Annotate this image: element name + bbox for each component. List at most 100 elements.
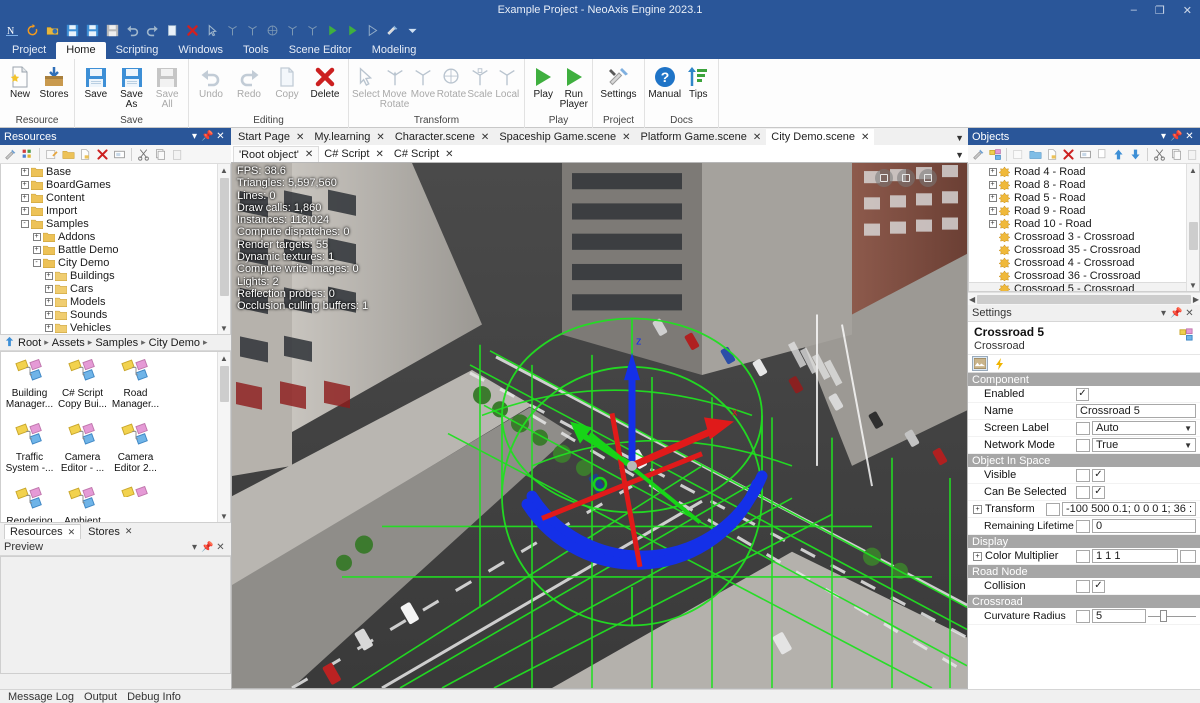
- property-row-enabled[interactable]: Enabled ✓: [968, 386, 1200, 403]
- tools-icon[interactable]: [971, 147, 986, 162]
- delete-red-x-icon[interactable]: [1062, 147, 1077, 162]
- asset-item[interactable]: Building Manager...: [3, 355, 56, 419]
- viewport-mode-1-icon[interactable]: [875, 169, 893, 187]
- tree-item[interactable]: - Samples: [1, 217, 230, 230]
- expander-icon[interactable]: +: [987, 206, 998, 215]
- expander-icon[interactable]: +: [43, 323, 54, 332]
- transform-input[interactable]: -100 500 0.1; 0 0 0 1; 36 :: [1062, 502, 1196, 516]
- property-row-network-mode[interactable]: Network Mode True ▼: [968, 437, 1200, 454]
- expander-icon[interactable]: +: [19, 180, 30, 189]
- tree-item[interactable]: + Addons: [1, 230, 230, 243]
- property-row-color-multiplier[interactable]: + Color Multiplier 1 1 1: [968, 548, 1200, 565]
- chevron-down-icon[interactable]: ▾: [188, 542, 201, 553]
- ribbon-tab-home[interactable]: Home: [56, 42, 106, 59]
- new-folder-icon[interactable]: [78, 147, 93, 162]
- ribbon-tab-scene-editor[interactable]: Scene Editor: [279, 42, 362, 59]
- expander-icon[interactable]: +: [973, 551, 982, 561]
- property-value[interactable]: ✓: [1076, 485, 1200, 499]
- viewport-mode-2-icon[interactable]: [897, 169, 915, 187]
- property-row-name[interactable]: Name Crossroad 5: [968, 403, 1200, 420]
- breadcrumb-assets[interactable]: Assets: [52, 337, 85, 349]
- restore-button[interactable]: ❐: [1151, 4, 1169, 17]
- tab-resources[interactable]: Resources ✕: [4, 524, 82, 539]
- expander-icon[interactable]: +: [987, 180, 998, 189]
- object-tree-item-selected[interactable]: Crossroad 5 - Crossroad: [969, 282, 1199, 291]
- tools-icon[interactable]: [3, 147, 18, 162]
- color-swatch[interactable]: [1180, 549, 1196, 563]
- objects-tree[interactable]: + Road 4 - Road + Road 8 - Road + Road 5…: [968, 164, 1200, 292]
- override-box[interactable]: [1076, 609, 1090, 623]
- close-icon[interactable]: ✕: [376, 149, 384, 160]
- status-output[interactable]: Output: [84, 691, 117, 703]
- close-icon[interactable]: ✕: [68, 527, 76, 538]
- tree-item[interactable]: + Cars: [1, 282, 230, 295]
- stores-button[interactable]: Stores: [37, 62, 71, 100]
- property-value[interactable]: 0: [1076, 519, 1200, 533]
- scroll-right-icon[interactable]: ▶: [1193, 295, 1199, 304]
- ribbon-tab-scripting[interactable]: Scripting: [106, 42, 169, 59]
- asset-item[interactable]: C# Script Copy Bui...: [56, 355, 109, 419]
- resources-tree[interactable]: + Base + BoardGames + Content + Import -…: [0, 164, 231, 335]
- property-value[interactable]: 1 1 1: [1076, 549, 1200, 563]
- sub-tab-csharp-script-2[interactable]: C# Script ✕: [389, 146, 459, 162]
- scroll-up-icon[interactable]: ▲: [220, 164, 228, 176]
- asset-grid-scrollbar[interactable]: ▲ ▼: [217, 352, 230, 522]
- doc-tab-my-learning[interactable]: My.learning ✕: [309, 129, 389, 145]
- collision-checkbox[interactable]: ✓: [1092, 579, 1105, 593]
- tips-button[interactable]: Tips: [682, 62, 716, 100]
- curvature-radius-slider[interactable]: [1148, 610, 1196, 623]
- move-up-icon[interactable]: [1112, 147, 1127, 162]
- expander-icon[interactable]: -: [19, 219, 30, 228]
- tab-stores[interactable]: Stores ✕: [83, 524, 138, 539]
- expander-icon[interactable]: +: [987, 167, 998, 176]
- expander-icon[interactable]: +: [31, 232, 42, 241]
- close-icon[interactable]: ✕: [753, 132, 761, 143]
- expander-icon[interactable]: +: [19, 206, 30, 215]
- run-player-button[interactable]: Run Player: [559, 62, 590, 110]
- property-value[interactable]: 5: [1076, 609, 1200, 623]
- expander-icon[interactable]: +: [43, 310, 54, 319]
- customize-icon[interactable]: [404, 22, 421, 39]
- expander-icon[interactable]: -: [31, 258, 42, 267]
- viewport-mode-3-icon[interactable]: [919, 169, 937, 187]
- override-box[interactable]: [1076, 485, 1090, 499]
- scroll-down-icon[interactable]: ▼: [220, 510, 228, 522]
- new-resource-button[interactable]: New: [3, 62, 37, 100]
- override-box[interactable]: [1076, 549, 1090, 563]
- override-box[interactable]: [1076, 438, 1090, 452]
- chevron-down-icon[interactable]: ▾: [1157, 131, 1170, 142]
- property-value[interactable]: True ▼: [1076, 438, 1200, 452]
- property-value[interactable]: -100 500 0.1; 0 0 0 1; 36 :: [1046, 502, 1200, 516]
- cut-icon[interactable]: [136, 147, 151, 162]
- pin-icon[interactable]: 📌: [1170, 131, 1183, 142]
- tree-item[interactable]: - City Demo: [1, 256, 230, 269]
- play-button[interactable]: Play: [528, 62, 559, 100]
- chevron-down-icon[interactable]: ▼: [1184, 424, 1192, 433]
- pin-icon[interactable]: 📌: [1170, 308, 1183, 319]
- expander-icon[interactable]: +: [973, 504, 982, 514]
- expander-icon[interactable]: +: [43, 271, 54, 280]
- close-icon[interactable]: ✕: [1183, 308, 1196, 319]
- status-message-log[interactable]: Message Log: [8, 691, 74, 703]
- neoaxis-logo-icon[interactable]: N: [4, 22, 21, 39]
- scroll-thumb[interactable]: [220, 178, 229, 296]
- doc-tab-overflow-icon[interactable]: ▼: [955, 133, 964, 143]
- delete-icon[interactable]: [184, 22, 201, 39]
- tree-item[interactable]: + Sounds: [1, 308, 230, 321]
- breadcrumb-up-icon[interactable]: [4, 336, 15, 350]
- close-icon[interactable]: ✕: [376, 132, 384, 143]
- property-row-can-be-selected[interactable]: Can Be Selected ✓: [968, 484, 1200, 501]
- ribbon-tab-tools[interactable]: Tools: [233, 42, 279, 59]
- tree-item[interactable]: + BoardGames: [1, 178, 230, 191]
- doc-tab-spaceship-game-scene[interactable]: Spaceship Game.scene ✕: [494, 129, 635, 145]
- name-input[interactable]: Crossroad 5: [1076, 404, 1196, 418]
- asset-item[interactable]: Rendering Pipeline ...: [3, 483, 56, 522]
- expander-icon[interactable]: +: [987, 219, 998, 228]
- property-row-remaining-lifetime[interactable]: Remaining Lifetime 0: [968, 518, 1200, 535]
- settings-icon[interactable]: [384, 22, 401, 39]
- sub-tab-root-object[interactable]: 'Root object' ✕: [233, 146, 320, 162]
- close-icon[interactable]: ✕: [1183, 131, 1196, 142]
- events-tab-icon[interactable]: [992, 356, 1008, 371]
- settings-property-list[interactable]: Component Enabled ✓ Name Crossroad 5 Scr…: [968, 373, 1200, 689]
- pin-icon[interactable]: 📌: [201, 131, 214, 142]
